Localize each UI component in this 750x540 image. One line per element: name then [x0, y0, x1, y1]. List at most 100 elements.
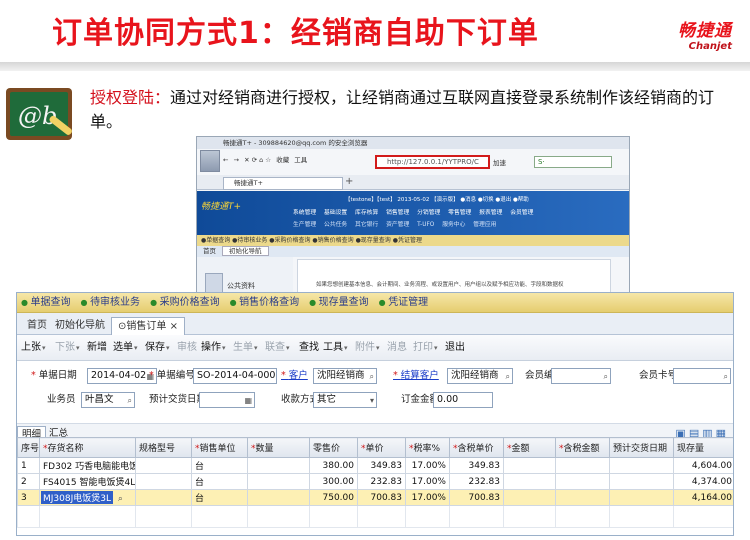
customer-field[interactable]: 沈阳经销商 ⌕	[313, 368, 377, 384]
member-no-field[interactable]: ⌕	[551, 368, 611, 384]
price-cell[interactable]: 232.83	[357, 473, 406, 490]
amount-cell[interactable]	[503, 457, 556, 474]
delivery-cell[interactable]	[609, 457, 674, 474]
spec-cell[interactable]	[135, 489, 192, 506]
qty-cell[interactable]	[247, 457, 310, 474]
link-voucher[interactable]: 凭证管理	[379, 297, 429, 308]
find-button[interactable]: 查找	[299, 341, 319, 355]
link-sales-price[interactable]: 销售价格查询	[230, 297, 300, 308]
item-name-cell[interactable]: FS4015 智能电饭煲4L	[39, 473, 136, 490]
tax-rate-cell[interactable]: 17.00%	[405, 489, 450, 506]
tax-price-cell[interactable]: 700.83	[449, 489, 504, 506]
link-button[interactable]: 联查▾	[265, 341, 290, 355]
subtab-init-nav[interactable]: 初始化导航	[222, 246, 269, 256]
address-bar[interactable]: http://127.0.0.1/YYTPRO/C	[375, 155, 490, 169]
unit-cell[interactable]: 台	[191, 473, 248, 490]
app-menu-row2[interactable]: 生产管理 公共任务 其它银行 资产管理 T-UFO 服务中心 管理应用	[293, 219, 496, 228]
exit-button[interactable]: 退出	[445, 341, 465, 355]
link-doc-query[interactable]: 单据查询	[21, 297, 71, 308]
qty-cell[interactable]	[247, 489, 310, 506]
amount-cell[interactable]	[503, 473, 556, 490]
col-header: 数量	[247, 437, 310, 458]
retail-price-cell[interactable]: 750.00	[309, 489, 358, 506]
favorites-button[interactable]: 收藏	[276, 156, 289, 164]
link-purchase-price[interactable]: 采购价格查询	[150, 297, 220, 308]
link-stock-query[interactable]: 现存量查询	[309, 297, 369, 308]
empty-row[interactable]	[17, 505, 733, 528]
price-cell[interactable]: 700.83	[357, 489, 406, 506]
order-lines-table: 序号 存货名称 规格型号 销售单位 数量 零售价 单价 税率% 含税单价 金额 …	[17, 437, 733, 528]
deposit-field[interactable]: 0.00	[433, 392, 493, 408]
link-pending-audit[interactable]: 待审核业务	[81, 297, 141, 308]
save-button[interactable]: 保存▾	[145, 341, 170, 355]
tab-sales-order[interactable]: ⊙销售订单 ×	[111, 317, 185, 335]
retail-price-cell[interactable]: 300.00	[309, 473, 358, 490]
item-name-input[interactable]: MJ308J电饭煲3L ⌕	[39, 489, 136, 506]
app-menu-row1[interactable]: 系统管理 基础设置 库存核算 销售管理 分销管理 零售管理 报表管理 会员管理	[293, 207, 533, 216]
delivery-cell[interactable]	[609, 473, 674, 490]
customer-label[interactable]: 客户	[281, 369, 308, 383]
qty-cell[interactable]	[247, 473, 310, 490]
operate-button[interactable]: 操作▾	[201, 341, 226, 355]
item-name-cell[interactable]: FD302 巧香电脑能电饭煲4L	[39, 457, 136, 474]
tax-amount-cell[interactable]	[555, 489, 610, 506]
calendar-icon: ▦	[244, 396, 252, 405]
subtab-home[interactable]: 首页	[197, 247, 222, 255]
date-field[interactable]: 2014-04-02 ▦	[87, 368, 157, 384]
app-quick-links[interactable]: ●单据查询 ●待审核业务 ●采购价格查询 ●销售价格查询 ●现存量查询 ●凭证管…	[197, 235, 629, 246]
add-button[interactable]: 新增	[87, 341, 107, 355]
tab-sales-order-label: 销售订单	[126, 321, 167, 332]
price-cell[interactable]: 349.83	[357, 457, 406, 474]
browser-search-input[interactable]: S·	[534, 156, 612, 168]
forward-icon[interactable]: →	[234, 156, 239, 164]
table-row[interactable]: 2 FS4015 智能电饭煲4L 台 300.00 232.83 17.00% …	[17, 473, 733, 490]
member-card-field[interactable]: ⌕	[673, 368, 731, 384]
delivery-date-field[interactable]: ▦	[199, 392, 255, 408]
tools-button[interactable]: 工具	[294, 156, 307, 164]
brand-name-en: Chanjet	[688, 41, 732, 52]
retail-price-cell[interactable]: 380.00	[309, 457, 358, 474]
item-name-value[interactable]: MJ308J电饭煲3L	[41, 491, 113, 504]
tax-rate-cell[interactable]: 17.00%	[405, 473, 450, 490]
audit-button[interactable]: 审核	[177, 341, 197, 355]
tools-button[interactable]: 工具▾	[323, 341, 348, 355]
message-button[interactable]: 消息	[387, 341, 407, 355]
settle-customer-field[interactable]: 沈阳经销商 ⌕	[447, 368, 513, 384]
code-field[interactable]: SO-2014-04-0006	[193, 368, 277, 384]
sales-rep-field[interactable]: 叶昌文 ⌕	[81, 392, 135, 408]
user-avatar	[200, 150, 220, 172]
amount-cell[interactable]	[503, 489, 556, 506]
browser-tab[interactable]: 畅捷通T+	[223, 177, 343, 190]
table-row-selected[interactable]: 3 MJ308J电饭煲3L ⌕ 台 750.00 700.83 17.00% 7…	[17, 489, 733, 506]
back-icon[interactable]: ←	[223, 156, 228, 164]
table-row[interactable]: 1 FD302 巧香电脑能电饭煲4L 台 380.00 349.83 17.00…	[17, 457, 733, 474]
nav-tools-icons[interactable]: ✕ ⟳ ⌂ ☆	[244, 156, 271, 164]
spec-cell[interactable]	[135, 457, 192, 474]
next-button[interactable]: 下张▾	[55, 341, 80, 355]
accelerate-button[interactable]: 加速	[493, 157, 506, 167]
col-header: 预计交货日期	[609, 437, 674, 458]
new-tab-icon[interactable]: +	[345, 176, 353, 188]
payment-method-select[interactable]: 其它 ▾	[313, 392, 377, 408]
tab-init-nav[interactable]: 初始化导航	[49, 317, 111, 335]
browser-window: 畅捷通T+ - 309884620@qq.com 的安全浏览器 ← → ✕ ⟳ …	[196, 136, 630, 302]
tax-amount-cell[interactable]	[555, 457, 610, 474]
attach-button[interactable]: 附件▾	[355, 341, 380, 355]
unit-cell[interactable]: 台	[191, 457, 248, 474]
search-icon[interactable]: ⌕	[116, 494, 125, 504]
tax-price-cell[interactable]: 232.83	[449, 473, 504, 490]
auth-body: 通过对经销商进行授权，让经销商通过互联网直接登录系统制作该经销商的订单。	[90, 88, 715, 131]
spec-cell[interactable]	[135, 473, 192, 490]
generate-button[interactable]: 生单▾	[233, 341, 258, 355]
tax-amount-cell[interactable]	[555, 473, 610, 490]
tax-price-cell[interactable]: 349.83	[449, 457, 504, 474]
settle-customer-label[interactable]: 结算客户	[393, 369, 439, 383]
unit-cell[interactable]: 台	[191, 489, 248, 506]
tax-rate-cell[interactable]: 17.00%	[405, 457, 450, 474]
tab-close-icon[interactable]: ×	[170, 321, 178, 332]
sidebar-item-public-data[interactable]: 公共资料	[227, 281, 255, 291]
prev-button[interactable]: 上张▾	[21, 341, 46, 355]
print-button[interactable]: 打印▾	[413, 341, 438, 355]
select-order-button[interactable]: 选单▾	[113, 341, 138, 355]
delivery-cell[interactable]	[609, 489, 674, 506]
